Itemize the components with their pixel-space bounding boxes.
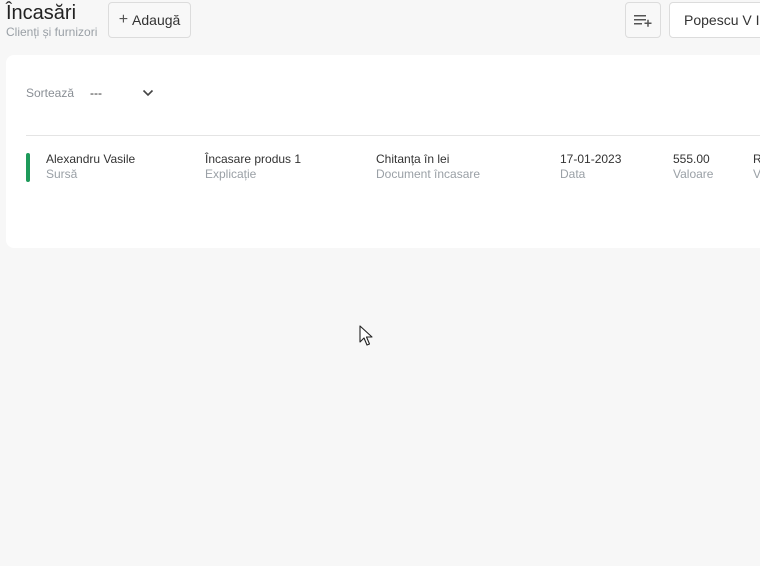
explanation-value: Încasare produs 1 <box>205 152 302 166</box>
extra-cell: R V <box>753 152 760 182</box>
user-name: Popescu V Io <box>684 12 760 28</box>
amount-cell: 555.00 Valoare <box>673 152 713 182</box>
user-menu-button[interactable]: Popescu V Io <box>669 2 760 38</box>
mouse-pointer-icon <box>359 325 373 346</box>
plus-icon: + <box>118 11 129 28</box>
source-value: Alexandru Vasile <box>46 152 136 166</box>
date-cell: 17-01-2023 Data <box>560 152 621 182</box>
add-button[interactable]: + Adaugă <box>108 2 191 38</box>
add-button-label: Adaugă <box>132 12 181 28</box>
amount-value: 555.00 <box>673 152 710 166</box>
explanation-label: Explicație <box>205 167 257 181</box>
extra-label: V <box>753 167 760 181</box>
sort-select-value: --- <box>90 86 102 100</box>
source-label: Sursă <box>46 167 78 181</box>
list-add-button[interactable] <box>625 2 661 38</box>
date-label: Data <box>560 167 586 181</box>
amount-label: Valoare <box>673 167 714 181</box>
sort-label: Sortează <box>26 86 75 100</box>
source-cell: Alexandru Vasile Sursă <box>46 152 135 182</box>
table-row[interactable]: Alexandru Vasile Sursă Încasare produs 1… <box>26 152 760 186</box>
sort-select[interactable]: --- <box>90 83 154 103</box>
document-label: Document încasare <box>376 167 481 181</box>
chevron-down-icon <box>142 89 154 97</box>
top-bar: Încasări Clienți și furnizori + Adaugă P… <box>0 0 760 44</box>
divider <box>26 135 760 136</box>
receipts-card: Sortează --- Alexandru Vasile Sursă Înca… <box>6 55 760 248</box>
status-indicator <box>26 153 30 182</box>
playlist-add-icon <box>634 15 652 27</box>
explanation-cell: Încasare produs 1 Explicație <box>205 152 301 182</box>
page-subtitle: Clienți și furnizori <box>6 25 98 39</box>
extra-value: R <box>753 152 760 166</box>
date-value: 17-01-2023 <box>560 152 622 166</box>
document-value: Chitanța în lei <box>376 152 450 166</box>
page-title: Încasări <box>6 2 77 24</box>
document-cell: Chitanța în lei Document încasare <box>376 152 480 182</box>
